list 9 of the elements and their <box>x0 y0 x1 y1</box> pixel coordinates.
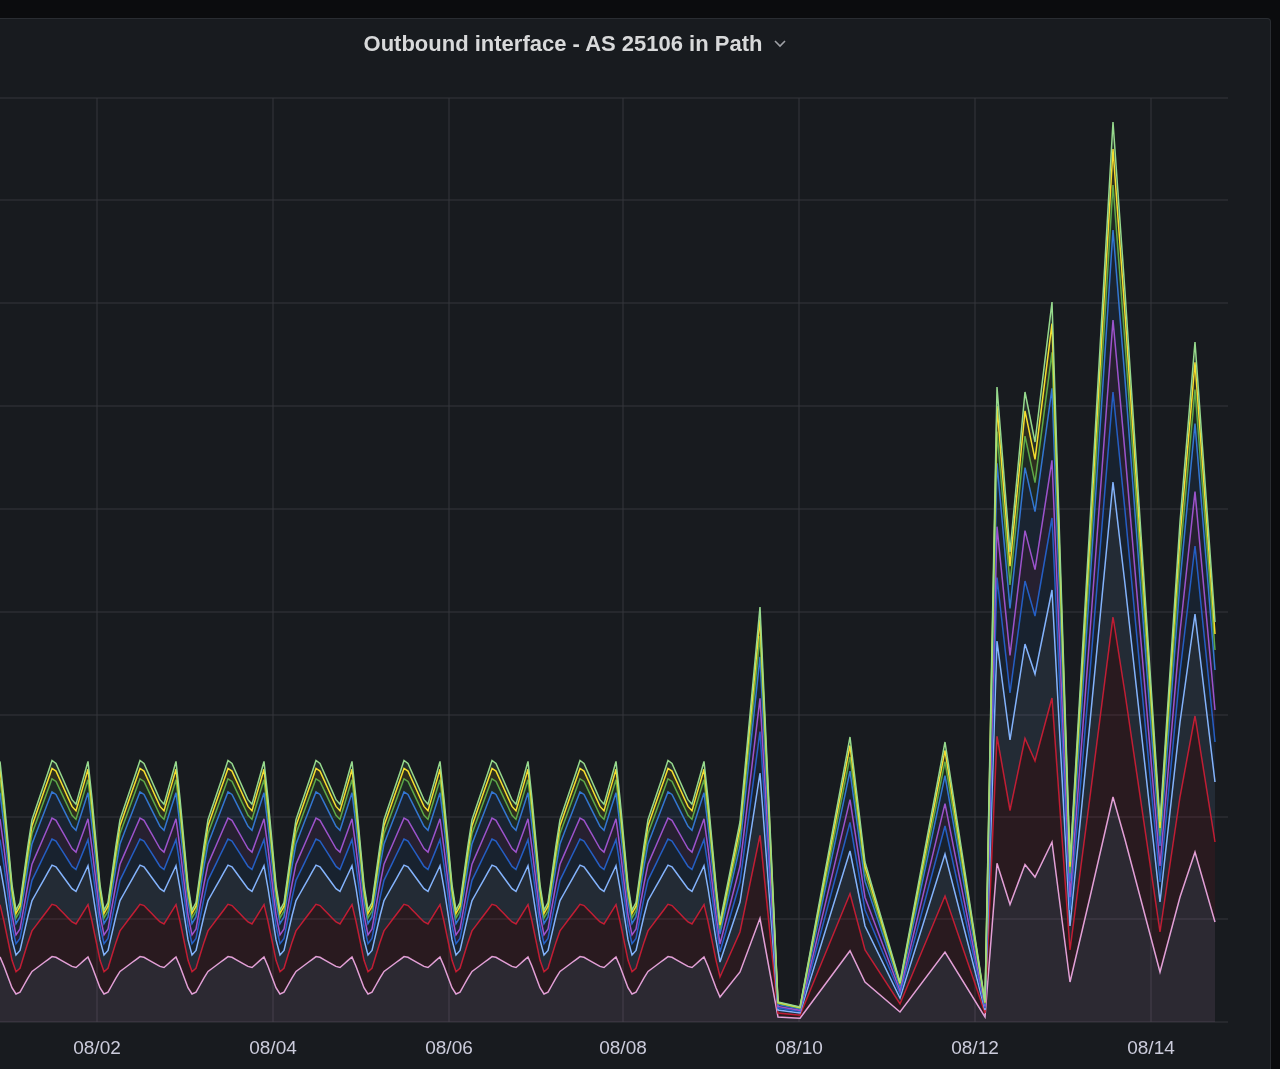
axis-label: 08/04 <box>249 1037 297 1058</box>
axis-label: 08/08 <box>599 1037 647 1058</box>
axis-label: 08/14 <box>1127 1037 1175 1058</box>
axis-label: 08/10 <box>775 1037 823 1058</box>
axis-label: 08/02 <box>73 1037 121 1058</box>
chevron-down-icon <box>774 40 787 48</box>
axis-label: 08/12 <box>951 1037 999 1058</box>
axis-label: 08/06 <box>425 1037 473 1058</box>
panel-title-menu[interactable]: Outbound interface - AS 25106 in Path <box>359 29 791 59</box>
